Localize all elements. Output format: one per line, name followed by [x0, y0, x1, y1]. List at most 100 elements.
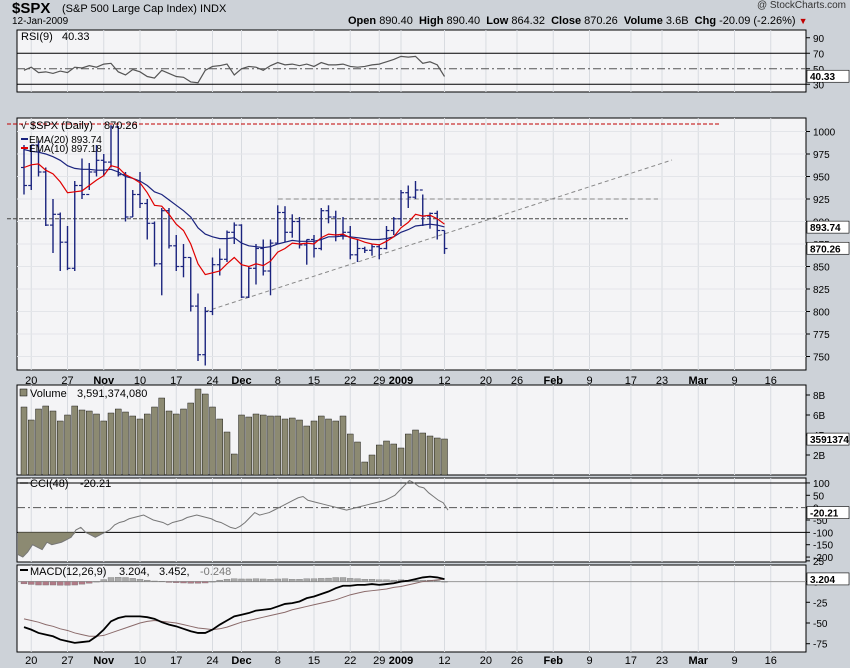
volume-bar: [281, 418, 289, 476]
volume-bar: [187, 402, 194, 476]
macd-histogram-bar: [289, 579, 296, 582]
x-axis-label-bottom: 20: [480, 655, 492, 667]
macd-histogram-bar: [180, 581, 187, 584]
x-axis-label-bottom: 22: [344, 655, 356, 667]
volume-bar: [158, 397, 165, 476]
macd-histogram-bar: [296, 579, 303, 582]
volume-bar: [318, 415, 325, 476]
x-axis-label-bottom: 16: [765, 655, 777, 667]
macd-histogram-bar: [339, 577, 347, 582]
macd-histogram-bar: [35, 581, 42, 586]
volume-bar: [426, 435, 434, 476]
macd-label-1: 3.204,: [119, 566, 150, 578]
x-axis-label-bottom: 17: [170, 655, 182, 667]
volume-bar: [202, 393, 209, 476]
cci-tick-label: -150: [813, 541, 833, 552]
volume-bar: [390, 443, 397, 476]
ema10-legend: EMA(10) 897.18: [29, 144, 102, 155]
volume-bar: [20, 406, 28, 476]
macd-histogram-bar: [376, 579, 383, 582]
price-tick-label: 850: [813, 263, 830, 274]
volume-bar: [332, 420, 339, 476]
x-axis-label-bottom: 27: [61, 655, 73, 667]
macd-histogram-bar: [49, 581, 57, 586]
macd-histogram-bar: [354, 578, 361, 582]
volume-bar: [347, 433, 354, 476]
volume-bar: [180, 408, 187, 476]
price-tick-label: 750: [813, 353, 830, 364]
x-axis-label-bottom: 10: [134, 655, 146, 667]
macd-histogram-bar: [202, 581, 209, 584]
volume-tick-label: 2B: [813, 451, 826, 462]
volume-bar: [107, 412, 115, 476]
macd-histogram-bar: [347, 578, 354, 582]
volume-bar: [122, 411, 129, 476]
volume-bar: [86, 410, 93, 476]
volume-bar: [303, 425, 310, 476]
volume-bar: [361, 461, 368, 476]
price-value: 870.26: [810, 244, 841, 255]
macd-histogram-bar: [64, 581, 71, 586]
macd-histogram-bar: [129, 578, 136, 582]
macd-histogram-bar: [209, 581, 216, 583]
volume-bar: [165, 410, 173, 476]
macd-histogram-bar: [57, 581, 64, 586]
volume-tick-label: 8B: [813, 391, 826, 402]
macd-histogram-bar: [361, 579, 368, 582]
macd-histogram-bar: [434, 580, 441, 582]
macd-tick-label: -75: [813, 640, 828, 651]
volume-bar: [376, 444, 383, 476]
x-axis-label-bottom: Nov: [93, 655, 115, 667]
volume-title: Volume: [30, 388, 67, 400]
macd-histogram-bar: [274, 578, 281, 582]
volume-bar: [325, 418, 332, 476]
macd-histogram-bar: [310, 578, 318, 582]
rsi-tick-label: 70: [813, 49, 825, 60]
volume-bar: [100, 420, 107, 476]
macd-histogram-bar: [86, 581, 93, 584]
cci-value: -20.21: [810, 509, 839, 520]
price-tick-label: 1000: [813, 128, 836, 139]
x-axis-label-bottom: 15: [308, 655, 320, 667]
volume-bar: [238, 414, 245, 476]
macd-histogram-bar: [78, 581, 86, 585]
macd-label-2: 3.452,: [159, 566, 190, 578]
volume-bar: [144, 413, 151, 476]
macd-histogram-bar: [231, 578, 238, 582]
macd-histogram-bar: [318, 578, 325, 582]
volume-bar: [267, 415, 274, 476]
volume-bar: [71, 405, 78, 476]
volume-bar: [419, 432, 426, 476]
price-tick-label: 975: [813, 150, 830, 161]
macd-histogram-bar: [151, 580, 158, 582]
macd-histogram-bar: [223, 579, 231, 582]
macd-histogram-bar: [260, 578, 267, 582]
stock-chart[interactable]: 9070503040.33RSI(9)40.331000975950925900…: [0, 0, 850, 668]
rsi-value: 40.33: [810, 72, 835, 83]
volume-bar: [194, 388, 202, 476]
x-axis-label-bottom: 29: [373, 655, 385, 667]
macd-histogram-bar: [42, 581, 49, 586]
x-axis-label-bottom: 23: [656, 655, 668, 667]
x-axis-label-bottom: Feb: [543, 655, 563, 667]
x-axis-label-bottom: 17: [625, 655, 637, 667]
volume-bar: [434, 437, 441, 476]
volume-title-value: 3,591,374,080: [77, 388, 147, 400]
cci-tick-label: -100: [813, 528, 833, 539]
volume-bar: [64, 414, 71, 476]
volume-bar: [173, 413, 180, 476]
volume-bar: [296, 419, 303, 476]
volume-tick-label: 6B: [813, 411, 826, 422]
volume-bar: [151, 406, 158, 476]
price-tick-label: 800: [813, 308, 830, 319]
macd-title: MACD(12,26,9): [30, 566, 106, 578]
volume-bar: [252, 413, 260, 476]
x-axis-label-bottom: Mar: [688, 655, 708, 667]
macd-tick-label: -50: [813, 619, 828, 630]
volume-bar: [93, 413, 100, 476]
cci-title-value: -20.21: [80, 478, 111, 490]
x-axis-label-bottom: 24: [206, 655, 218, 667]
volume-bar: [216, 418, 223, 476]
volume-value: 3591374: [810, 435, 849, 446]
volume-bar: [368, 454, 376, 476]
